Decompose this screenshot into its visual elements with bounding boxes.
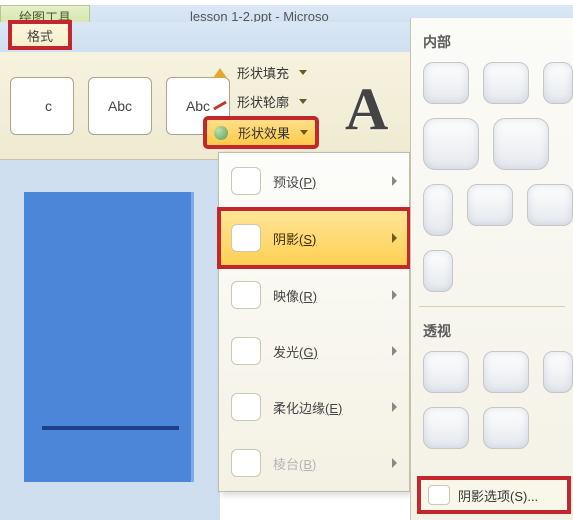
soft-edges-icon	[231, 393, 261, 421]
shadow-thumb[interactable]	[423, 351, 469, 393]
shape-fill-button[interactable]: 形状填充	[205, 60, 317, 85]
menu-item-reflection[interactable]: 映像(R)	[219, 267, 409, 323]
shadow-thumb[interactable]	[543, 62, 573, 104]
shadow-thumb[interactable]	[493, 118, 549, 170]
chevron-down-icon	[299, 99, 307, 104]
shadow-options-button[interactable]: 阴影选项(S)...	[419, 478, 569, 512]
chevron-down-icon	[300, 130, 308, 135]
shadow-thumb[interactable]	[527, 184, 573, 226]
shadow-options-icon	[428, 485, 450, 505]
chevron-down-icon	[299, 70, 307, 75]
shadow-thumb[interactable]	[483, 351, 529, 393]
wordart-style-sample[interactable]: A	[345, 75, 388, 144]
menu-item-glow[interactable]: 发光(G)	[219, 323, 409, 379]
shadow-thumb[interactable]	[543, 351, 573, 393]
shape-line[interactable]	[42, 426, 179, 430]
shape-effects-label: 形状效果	[238, 123, 290, 142]
shadow-icon	[231, 224, 261, 252]
shape-format-buttons: 形状填充 形状轮廓 形状效果	[205, 60, 317, 147]
perspective-shadow-grid	[411, 351, 573, 449]
shadow-thumb[interactable]	[423, 250, 453, 292]
chevron-right-icon	[392, 346, 397, 356]
section-label-inner: 内部	[411, 18, 573, 62]
shape-outline-label: 形状轮廓	[237, 92, 289, 111]
inner-shadow-grid	[411, 62, 573, 292]
section-label-perspective: 透视	[411, 307, 573, 351]
shadow-thumb[interactable]	[423, 184, 453, 236]
menu-item-soft-edges[interactable]: 柔化边缘(E)	[219, 379, 409, 435]
slide-canvas-area	[0, 160, 220, 520]
shape-effects-menu: 预设(P) 阴影(S) 映像(R) 发光(G) 柔化边缘(E) 棱台(B)	[218, 152, 410, 492]
sphere-icon	[214, 126, 232, 140]
shape-effects-button[interactable]: 形状效果	[205, 118, 317, 147]
shadow-thumb[interactable]	[483, 407, 529, 449]
shadow-thumb[interactable]	[423, 62, 469, 104]
shadow-options-label: 阴影选项(S)...	[458, 486, 538, 505]
glow-icon	[231, 337, 261, 365]
chevron-right-icon	[392, 402, 397, 412]
tab-format[interactable]: 格式	[10, 22, 70, 48]
shape-outline-button[interactable]: 形状轮廓	[205, 89, 317, 114]
chevron-right-icon	[392, 290, 397, 300]
shape-fill-label: 形状填充	[237, 63, 289, 82]
shadow-thumb[interactable]	[483, 62, 529, 104]
shadow-gallery-panel: 内部 透视 阴影选项(S)...	[410, 18, 573, 520]
preset-icon	[231, 167, 261, 195]
chevron-right-icon	[392, 233, 397, 243]
shadow-thumb[interactable]	[423, 407, 469, 449]
chevron-right-icon	[392, 176, 397, 186]
shadow-thumb[interactable]	[467, 184, 513, 226]
shape-style-swatch[interactable]: Abc	[88, 77, 152, 135]
slide[interactable]	[24, 192, 194, 482]
paint-bucket-icon	[213, 66, 231, 80]
menu-item-preset[interactable]: 预设(P)	[219, 153, 409, 209]
bevel-icon	[231, 449, 261, 477]
menu-item-shadow[interactable]: 阴影(S)	[219, 209, 409, 267]
shape-style-gallery[interactable]: c Abc Abc	[0, 52, 240, 159]
chevron-right-icon	[392, 458, 397, 468]
shape-style-swatch[interactable]: c	[10, 77, 74, 135]
shadow-thumb[interactable]	[423, 118, 479, 170]
menu-item-bevel[interactable]: 棱台(B)	[219, 435, 409, 491]
pen-icon	[213, 95, 231, 109]
reflection-icon	[231, 281, 261, 309]
